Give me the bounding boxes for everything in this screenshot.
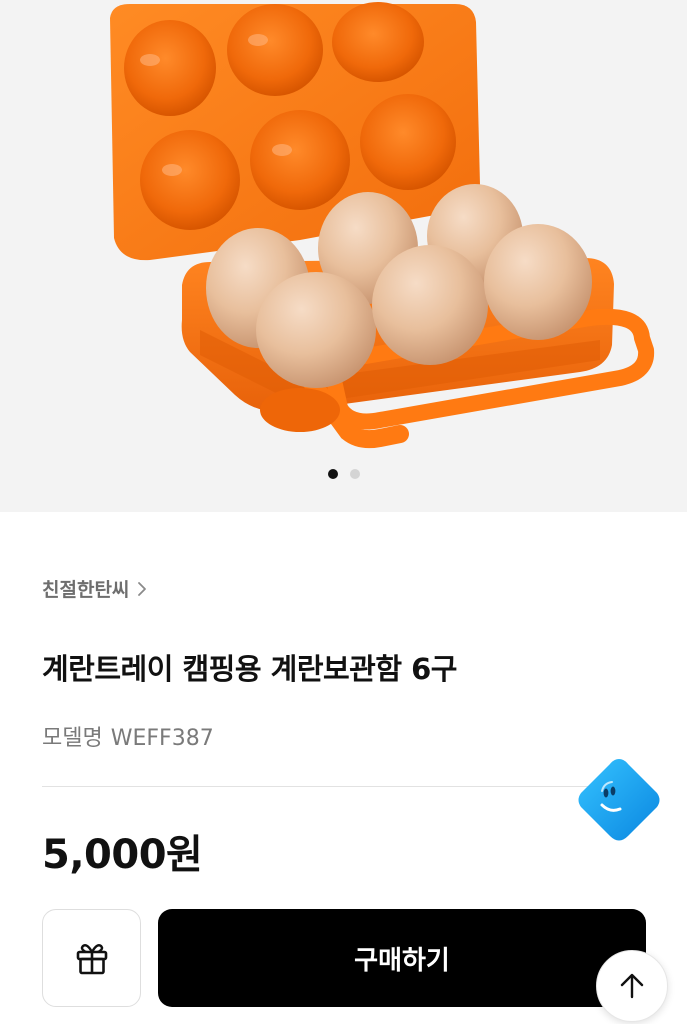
product-image xyxy=(110,2,655,449)
brand-link[interactable]: 친절한탄씨 xyxy=(42,575,149,602)
model-value: WEFF387 xyxy=(110,726,214,751)
buy-button[interactable]: 구매하기 xyxy=(158,909,646,1007)
product-detail-screen: 친절한탄씨 계란트레이 캠핑용 계란보관함 6구 모델명 WEFF387 5,00… xyxy=(0,0,687,1024)
product-title: 계란트레이 캠핑용 계란보관함 6구 xyxy=(42,652,458,686)
scroll-top-button[interactable] xyxy=(596,950,668,1022)
arrow-up-icon xyxy=(620,973,644,999)
brand-name: 친절한탄씨 xyxy=(42,579,130,601)
assistant-badge[interactable] xyxy=(572,753,666,847)
carousel-dot-1[interactable] xyxy=(327,469,338,479)
divider xyxy=(42,786,645,787)
product-image-carousel[interactable] xyxy=(0,0,687,512)
product-price: 5,000원 xyxy=(42,832,203,878)
buy-button-label: 구매하기 xyxy=(354,945,450,976)
carousel-dot-2[interactable] xyxy=(349,469,360,479)
gift-button[interactable] xyxy=(42,909,141,1007)
model-info: 모델명 WEFF387 xyxy=(42,720,214,752)
assistant-badge-icon xyxy=(578,759,660,841)
gift-icon xyxy=(76,944,107,975)
model-label: 모델명 xyxy=(42,726,103,751)
chevron-right-icon xyxy=(138,581,147,596)
carousel-indicator xyxy=(0,469,687,479)
